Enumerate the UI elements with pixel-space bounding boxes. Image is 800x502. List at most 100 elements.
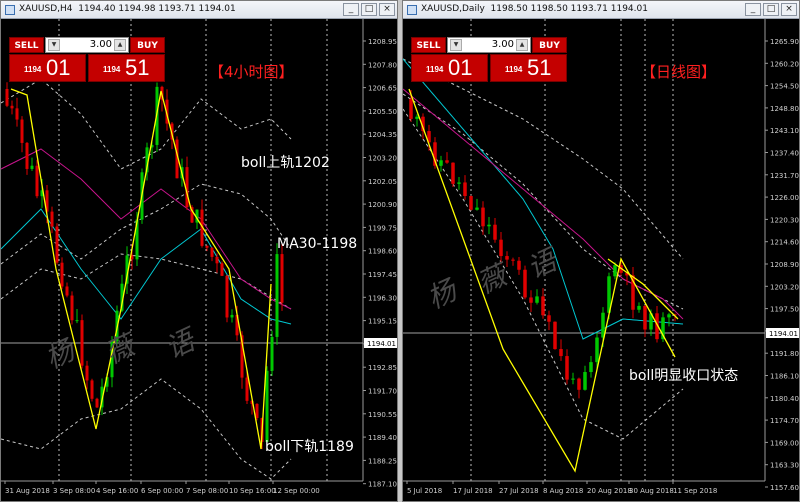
candle-body <box>25 142 29 169</box>
bid-price-pips: 01 <box>46 55 71 80</box>
price-tick-label: 1260.20 <box>770 60 799 68</box>
candle-body <box>637 305 641 310</box>
daily-price-chart[interactable]: 1265.90 1260.20 1254.50 1248.80 1243.10 1237.… <box>403 19 800 502</box>
candle-body <box>415 116 419 119</box>
price-tick-label: 1186.10 <box>770 373 799 381</box>
candle-body <box>65 286 69 296</box>
ask-price-button[interactable]: 1194 51 <box>490 54 567 82</box>
close-button[interactable]: × <box>781 3 797 16</box>
minimize-button[interactable]: _ <box>343 3 359 16</box>
candle-body <box>589 362 593 373</box>
bid-price-handle: 1194 <box>24 65 42 74</box>
price-tick-label: 1197.45 <box>368 271 397 279</box>
candle-body <box>225 275 229 318</box>
time-tick-label: 17 Jul 2018 <box>453 487 493 495</box>
candle-body <box>535 296 539 303</box>
candle-body <box>20 119 24 143</box>
bid-price-button[interactable]: 1194 01 <box>411 54 488 82</box>
h4-one-click-trading-panel: SELL ▼ 3.00 ▲ BUY 1194 01 1194 51 <box>9 37 165 82</box>
maximize-button[interactable]: □ <box>361 3 377 16</box>
price-tick-label: 1206.65 <box>368 85 397 93</box>
buy-button[interactable]: BUY <box>130 37 165 53</box>
candle-body <box>10 105 14 109</box>
time-tick-label: 4 Sep 16:00 <box>96 487 138 495</box>
chart-annotation: boll上轨1202 <box>241 155 330 171</box>
decrease-lot-icon[interactable]: ▼ <box>450 39 462 51</box>
price-tick-label: 1195.15 <box>368 318 397 326</box>
time-tick-label: 12 Sep 00:00 <box>273 487 320 495</box>
candle-body <box>481 207 485 227</box>
candle-body <box>493 224 497 240</box>
candle-body <box>439 160 443 166</box>
candle-body <box>275 254 279 337</box>
time-tick-label: 30 Aug 2018 <box>629 487 674 495</box>
price-tick-label: 1203.20 <box>770 283 799 291</box>
chart-annotation: boll下轨1189 <box>265 439 354 455</box>
candle-body <box>577 378 581 390</box>
candle-body <box>210 247 214 257</box>
candle-body <box>255 403 259 418</box>
close-button[interactable]: × <box>379 3 395 16</box>
lot-size-value[interactable]: 3.00 <box>90 39 112 50</box>
bollinger-band-line <box>1 183 292 265</box>
candle-body <box>529 297 533 303</box>
bid-price-button[interactable]: 1194 01 <box>9 54 86 82</box>
lot-size-value[interactable]: 3.00 <box>492 39 514 50</box>
lot-size-stepper[interactable]: ▼ 3.00 ▲ <box>447 37 531 53</box>
sell-button[interactable]: SELL <box>9 37 44 53</box>
candle-body <box>475 207 479 210</box>
candle-body <box>95 398 99 408</box>
price-tick-label: 1231.70 <box>770 172 799 180</box>
price-tick-label: 1208.95 <box>368 38 397 46</box>
watermark-character: 语 <box>160 322 203 365</box>
time-tick-label: 8 Aug 2018 <box>543 487 583 495</box>
price-tick-label: 1188.25 <box>368 457 397 465</box>
minimize-button[interactable]: _ <box>745 3 761 16</box>
h4-chart-window: XAUUSD,H4 1194.40 1194.98 1193.71 1194.0… <box>0 0 398 502</box>
h4-price-chart[interactable]: 1208.95 1207.80 1206.65 1205.50 1204.35 1203.… <box>1 19 398 502</box>
increase-lot-icon[interactable]: ▲ <box>114 39 126 51</box>
candle-body <box>409 99 413 119</box>
lot-size-stepper[interactable]: ▼ 3.00 ▲ <box>45 37 129 53</box>
chart-window-icon <box>5 5 15 15</box>
watermark-character: 杨 <box>40 332 82 375</box>
candle-body <box>55 226 59 263</box>
time-tick-label: 7 Sep 08:00 <box>186 487 228 495</box>
price-tick-label: 1204.35 <box>368 131 397 139</box>
candle-body <box>565 356 569 380</box>
candle-body <box>511 259 515 261</box>
candle-body <box>205 245 209 248</box>
price-tick-label: 1191.80 <box>770 350 799 358</box>
maximize-button[interactable]: □ <box>763 3 779 16</box>
price-tick-label: 1192.85 <box>368 364 397 372</box>
price-tick-label: 1180.40 <box>770 395 799 403</box>
time-tick-label: 3 Sep 08:00 <box>53 487 95 495</box>
chart-annotation: 【日线图】 <box>641 63 716 81</box>
candle-body <box>230 314 234 318</box>
daily-one-click-trading-panel: SELL ▼ 3.00 ▲ BUY 1194 01 1194 51 <box>411 37 567 82</box>
price-tick-label: 1220.30 <box>770 216 799 224</box>
watermark-character: 薇 <box>100 327 143 370</box>
time-tick-label: 31 Aug 2018 <box>5 487 50 495</box>
time-tick-label: 20 Aug 2018 <box>587 487 632 495</box>
price-tick-label: 1226.00 <box>770 194 799 202</box>
ask-price-button[interactable]: 1194 51 <box>88 54 165 82</box>
daily-title-bar[interactable]: XAUUSD,Daily 1198.50 1198.50 1193.71 119… <box>403 1 799 19</box>
chart-annotation: 【4小时图】 <box>209 63 294 81</box>
price-tick-label: 1214.60 <box>770 239 799 247</box>
candle-body <box>445 160 449 163</box>
time-tick-label: 5 Jul 2018 <box>407 487 442 495</box>
candle-body <box>15 108 19 120</box>
candle-body <box>469 196 473 210</box>
decrease-lot-icon[interactable]: ▼ <box>48 39 60 51</box>
candle-body <box>30 165 34 169</box>
increase-lot-icon[interactable]: ▲ <box>516 39 528 51</box>
price-tick-label: 1191.70 <box>368 388 397 396</box>
h4-title-bar[interactable]: XAUUSD,H4 1194.40 1194.98 1193.71 1194.0… <box>1 1 397 19</box>
buy-button[interactable]: BUY <box>532 37 567 53</box>
price-tick-label: 1190.55 <box>368 411 397 419</box>
price-tick-label: 1196.30 <box>368 294 397 302</box>
sell-button[interactable]: SELL <box>411 37 446 53</box>
price-tick-label: 1199.75 <box>368 224 397 232</box>
ask-price-pips: 51 <box>527 55 552 80</box>
